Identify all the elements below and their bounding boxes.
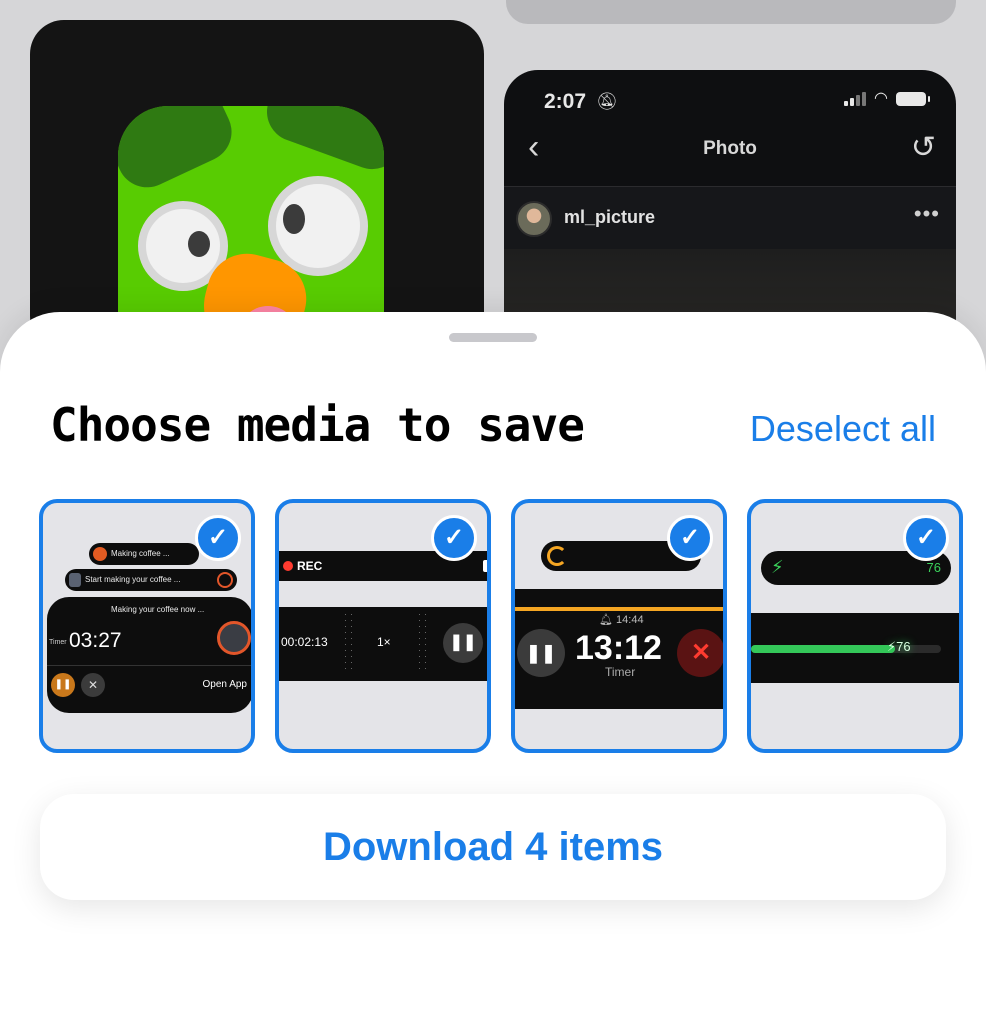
caption: Making your coffee now ... (111, 605, 205, 614)
media-thumbnail-3[interactable]: ✓ 🔔︎ 14:44 ❚❚ 13:12 Timer ✕ (511, 499, 727, 753)
battery-card: ⚡︎76 (751, 613, 959, 683)
battery-bar (751, 645, 941, 653)
cancel-icon: ✕ (677, 629, 723, 677)
pill-text: Start making your coffee ... (85, 575, 181, 584)
battery-icon (896, 92, 930, 106)
deselect-all-button[interactable]: Deselect all (750, 408, 936, 450)
background-card-top (506, 0, 956, 24)
zoom-label: 1× (377, 635, 391, 649)
stop-icon (483, 560, 487, 572)
sheet-grabber[interactable] (449, 333, 537, 342)
checkmark-icon: ✓ (195, 515, 241, 561)
pill-text: Making coffee ... (111, 549, 170, 558)
profile-row: ml_picture ••• (504, 187, 956, 249)
sheet-title: Choose media to save (50, 398, 585, 452)
photo-nav-title: Photo (703, 138, 757, 159)
checkmark-icon: ✓ (431, 515, 477, 561)
checkmark-icon: ✓ (667, 515, 713, 561)
refresh-icon: ↺ (910, 131, 936, 164)
timer-value: 13:12 (575, 629, 662, 667)
timer-label: Timer (605, 665, 636, 679)
battery-bar-fill (751, 645, 896, 653)
live-activity-pill: Making coffee ... (89, 543, 199, 565)
pause-icon: ❚❚ (443, 623, 483, 663)
rec-label: REC (297, 559, 323, 573)
coffee-icon (217, 621, 251, 655)
status-icons: ◠ (844, 90, 930, 107)
recording-controls: 00:02:13 1× ❚❚ (279, 607, 487, 681)
media-thumbnails: ✓ Making coffee ... Start making your co… (39, 499, 963, 753)
profile-username: ml_picture (564, 207, 656, 227)
background-photo-screenshot-card[interactable]: 2:07 🔕︎ ◠ ‹ Photo ↺ ml_picture ••• (504, 70, 956, 350)
close-icon: ✕ (81, 673, 105, 697)
alarm-time: 🔔︎ 14:44 (599, 614, 644, 626)
media-thumbnail-4[interactable]: ✓ ⚡︎ 76 ⚡︎76 (747, 499, 963, 753)
recording-time: 00:02:13 (281, 635, 328, 649)
pause-icon: ❚❚ (517, 629, 565, 677)
wifi-icon: ◠ (874, 90, 888, 107)
more-icon: ••• (913, 201, 940, 226)
bell-off-icon: 🔕︎ (596, 92, 618, 111)
media-thumbnail-2[interactable]: ✓ REC 00:02:13 1× ❚❚ (275, 499, 491, 753)
live-activity-card: Making your coffee now ... Timer 03:27 ❚… (47, 597, 251, 713)
checkmark-icon: ✓ (903, 515, 949, 561)
save-media-sheet: Choose media to save Deselect all ✓ Maki… (0, 312, 986, 1024)
timer-value: 03:27 (69, 629, 122, 652)
battery-level: ⚡︎76 (887, 639, 911, 654)
open-app-label: Open App (202, 679, 247, 690)
record-dot-icon (283, 561, 293, 571)
battery-level: 76 (926, 560, 941, 575)
media-thumbnail-1[interactable]: ✓ Making coffee ... Start making your co… (39, 499, 255, 753)
background-app-icon-card[interactable] (30, 20, 484, 350)
status-time: 2:07 (544, 90, 587, 113)
avatar (516, 201, 552, 237)
charging-bolt-icon: ⚡︎ (771, 557, 784, 577)
download-button[interactable]: Download 4 items (40, 794, 946, 900)
pause-icon: ❚❚ (51, 673, 75, 697)
progress-bar (515, 607, 723, 611)
timer-label: Timer (49, 639, 67, 646)
live-activity-pill: Start making your coffee ... (65, 569, 237, 591)
progress-ring-icon (547, 546, 567, 566)
signal-icon (844, 92, 867, 106)
